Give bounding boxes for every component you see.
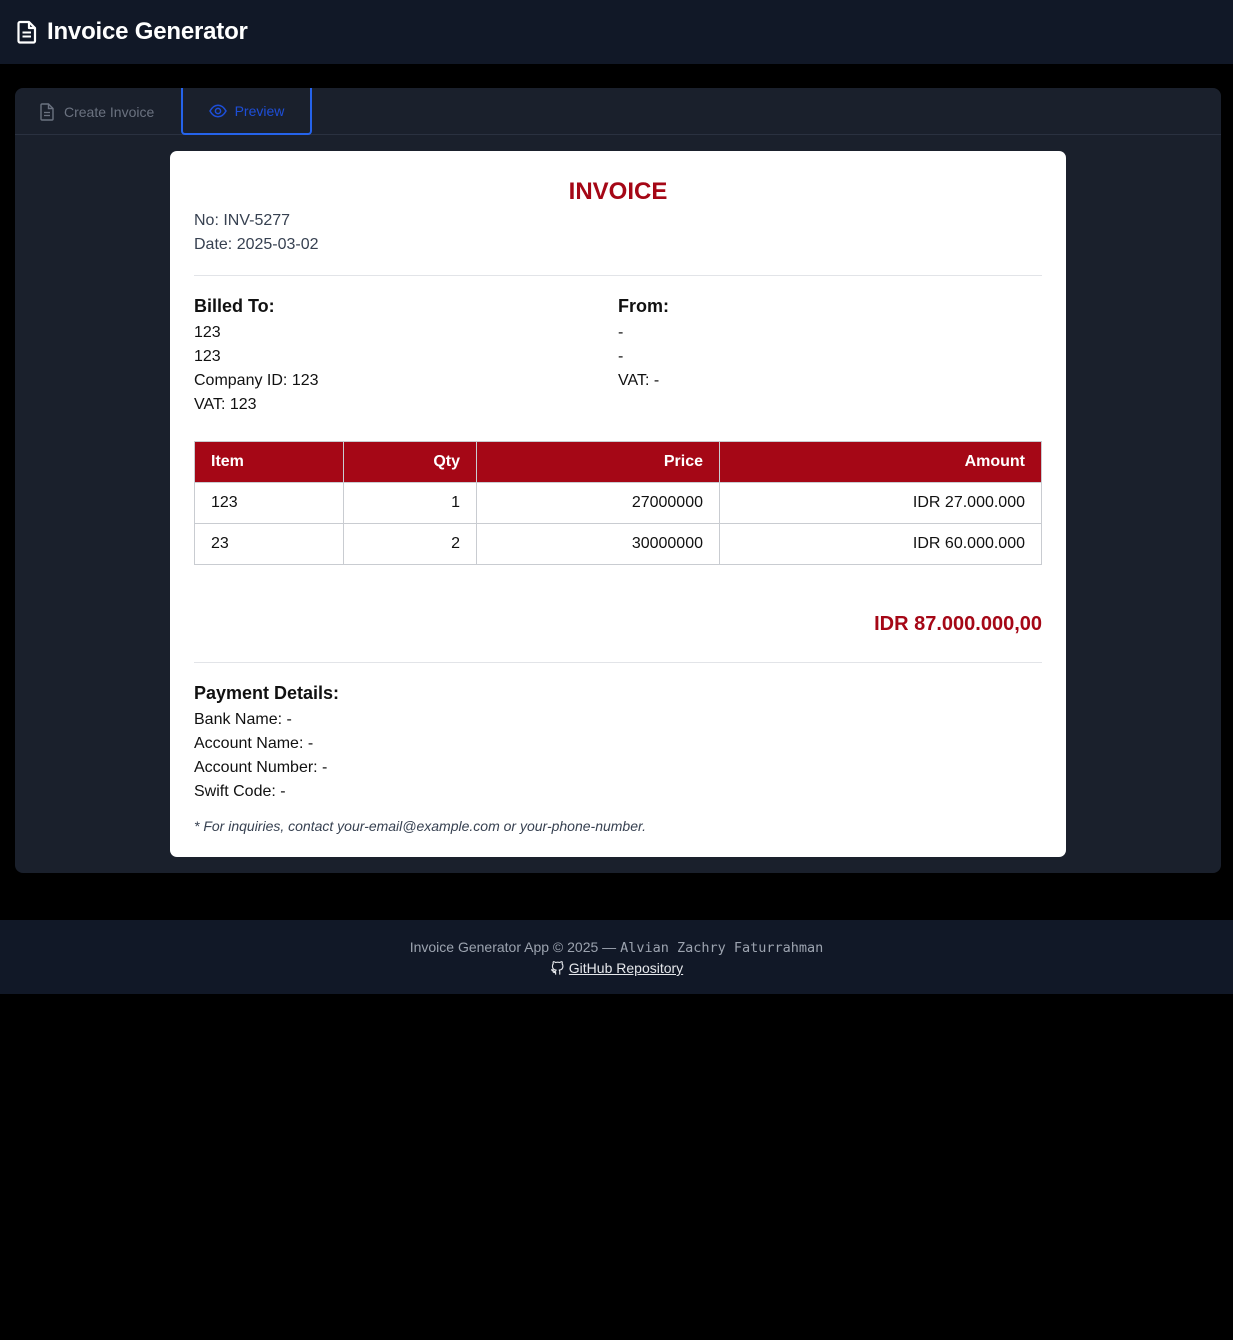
from-title: From: bbox=[618, 296, 669, 316]
footer-author: Alvian Zachry Faturrahman bbox=[620, 940, 824, 956]
items-table: Item Qty Price Amount 123 1 27000000 IDR… bbox=[194, 441, 1042, 565]
tab-bar: Create Invoice Preview bbox=[15, 88, 1221, 135]
parties-section: Billed To: 123 123 Company ID: 123 VAT: … bbox=[194, 294, 1042, 417]
tab-create-invoice[interactable]: Create Invoice bbox=[39, 88, 154, 135]
app-header: Invoice Generator bbox=[0, 0, 1233, 64]
footer-credit: Invoice Generator App © 2025 — Alvian Za… bbox=[0, 939, 1233, 956]
bank-name: Bank Name: - bbox=[194, 711, 292, 728]
invoice-heading: INVOICE bbox=[568, 178, 668, 205]
col-header-item: Item bbox=[194, 441, 344, 483]
invoice-total: IDR 87.000.000,00 bbox=[874, 613, 1042, 635]
eye-icon bbox=[208, 103, 227, 118]
table-row: 23 2 30000000 IDR 60.000.000 bbox=[194, 523, 1042, 565]
table-row: 123 1 27000000 IDR 27.000.000 bbox=[194, 482, 1042, 524]
billed-to-title: Billed To: bbox=[194, 296, 275, 316]
file-text-icon bbox=[16, 20, 38, 44]
tab-create-label: Create Invoice bbox=[64, 103, 155, 120]
billed-to-line1: 123 bbox=[194, 324, 221, 341]
github-repo-link[interactable]: GitHub Repository bbox=[569, 960, 683, 976]
app-footer: Invoice Generator App © 2025 — Alvian Za… bbox=[0, 920, 1233, 994]
from-line1: - bbox=[618, 324, 624, 341]
cell-price: 27000000 bbox=[476, 482, 720, 524]
billed-to-line2: 123 bbox=[194, 348, 221, 365]
account-number: Account Number: - bbox=[194, 759, 328, 776]
cell-qty: 1 bbox=[343, 482, 477, 524]
tab-preview-label: Preview bbox=[234, 102, 285, 119]
swift-code: Swift Code: - bbox=[194, 783, 286, 800]
account-name: Account Name: - bbox=[194, 735, 314, 752]
cell-item: 123 bbox=[194, 482, 344, 524]
from-block: From: - - VAT: - bbox=[618, 294, 1042, 417]
billed-to-vat: VAT: 123 bbox=[194, 396, 257, 413]
billed-to-company-id: Company ID: 123 bbox=[194, 372, 319, 389]
table-header-row: Item Qty Price Amount bbox=[194, 441, 1042, 483]
billed-to-block: Billed To: 123 123 Company ID: 123 VAT: … bbox=[194, 294, 618, 417]
cell-qty: 2 bbox=[343, 523, 477, 565]
col-header-qty: Qty bbox=[343, 441, 477, 483]
divider bbox=[194, 275, 1042, 276]
invoice-number: No: INV-5277 bbox=[194, 212, 291, 229]
footer-link-row: GitHub Repository bbox=[0, 960, 1233, 976]
col-header-price: Price bbox=[476, 441, 720, 483]
divider bbox=[194, 662, 1042, 663]
tab-preview[interactable]: Preview bbox=[181, 88, 312, 135]
payment-details: Payment Details: Bank Name: - Account Na… bbox=[194, 681, 1042, 804]
invoice-date: Date: 2025-03-02 bbox=[194, 236, 319, 253]
file-text-icon bbox=[40, 102, 54, 121]
cell-price: 30000000 bbox=[476, 523, 720, 565]
from-vat: VAT: - bbox=[618, 372, 660, 389]
footer-text: Invoice Generator App © 2025 — bbox=[409, 939, 617, 955]
inquiry-note: * For inquiries, contact your-email@exam… bbox=[194, 818, 647, 834]
col-header-amount: Amount bbox=[719, 441, 1042, 483]
from-line2: - bbox=[618, 348, 624, 365]
invoice-preview: INVOICE No: INV-5277 Date: 2025-03-02 Bi… bbox=[170, 151, 1066, 857]
app-title: Invoice Generator bbox=[47, 18, 248, 45]
cell-amount: IDR 60.000.000 bbox=[719, 523, 1042, 565]
cell-amount: IDR 27.000.000 bbox=[719, 482, 1042, 524]
github-icon bbox=[550, 960, 564, 975]
cell-item: 23 bbox=[194, 523, 344, 565]
payment-title: Payment Details: bbox=[194, 683, 340, 703]
